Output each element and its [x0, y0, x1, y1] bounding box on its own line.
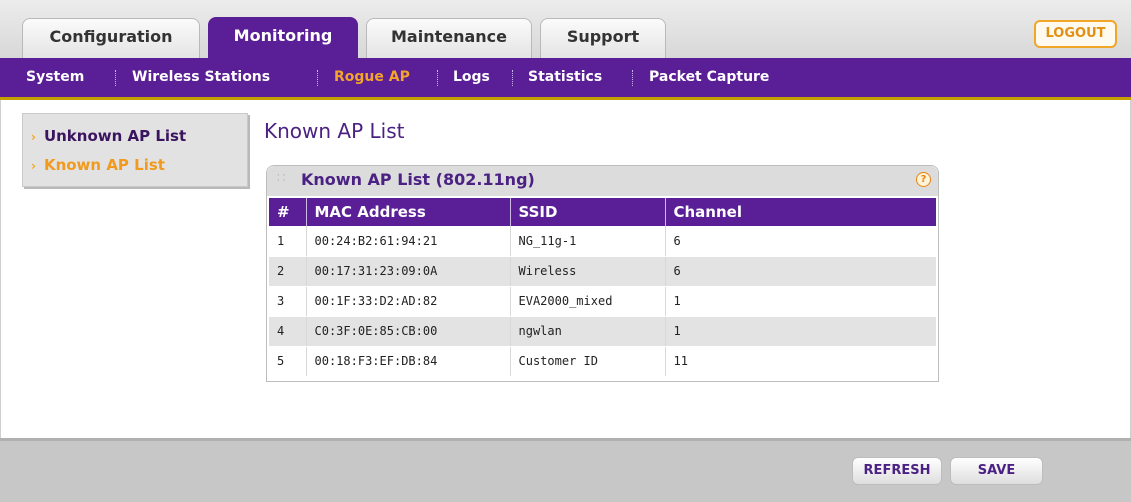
subnav-packet-capture[interactable]: Packet Capture	[649, 58, 769, 96]
subnav-wireless-stations[interactable]: Wireless Stations	[132, 58, 270, 96]
cell-ssid: EVA2000_mixed	[510, 286, 666, 317]
subnav-logs[interactable]: Logs	[453, 58, 490, 96]
cell-ssid: Wireless	[510, 256, 666, 287]
subnav-statistics[interactable]: Statistics	[528, 58, 602, 96]
table-row: 4 C0:3F:0E:85:CB:00 ngwlan 1	[269, 316, 936, 347]
subnav-separator	[437, 70, 438, 86]
table-row: 3 00:1F:33:D2:AD:82 EVA2000_mixed 1	[269, 286, 936, 317]
known-ap-panel: ∷ Known AP List (802.11ng) ? # MAC Addre…	[266, 165, 939, 382]
cell-number: 3	[269, 286, 307, 317]
column-header-mac-address: MAC Address	[306, 198, 511, 226]
cell-mac-address: 00:24:B2:61:94:21	[306, 226, 511, 257]
cell-mac-address: 00:18:F3:EF:DB:84	[306, 346, 511, 377]
column-header-ssid: SSID	[510, 198, 666, 226]
table-row: 1 00:24:B2:61:94:21 NG_11g-1 6	[269, 226, 936, 257]
logout-button[interactable]: LOGOUT	[1034, 20, 1117, 48]
cell-channel: 1	[665, 286, 936, 317]
cell-channel: 6	[665, 256, 936, 287]
panel-header: ∷ Known AP List (802.11ng) ?	[267, 166, 938, 196]
top-tab-bar: Configuration Monitoring Maintenance Sup…	[0, 0, 1131, 58]
page-title: Known AP List	[264, 119, 405, 143]
chevron-right-icon: ›	[31, 159, 36, 173]
known-ap-table: # MAC Address SSID Channel 1 00:24:B2:61…	[269, 198, 936, 377]
cell-ssid: NG_11g-1	[510, 226, 666, 257]
subnav-rogue-ap[interactable]: Rogue AP	[334, 58, 410, 96]
column-header-channel: Channel	[665, 198, 936, 226]
cell-channel: 1	[665, 316, 936, 347]
side-link-label: Known AP List	[43, 156, 165, 174]
footer-bar: REFRESH SAVE	[0, 438, 1131, 502]
cell-mac-address: C0:3F:0E:85:CB:00	[306, 316, 511, 347]
panel-title: Known AP List (802.11ng)	[301, 170, 535, 189]
sub-navigation: System Wireless Stations Rogue AP Logs S…	[0, 58, 1131, 100]
subnav-separator	[115, 70, 116, 86]
cell-number: 2	[269, 256, 307, 287]
save-button[interactable]: SAVE	[950, 457, 1043, 485]
side-link-unknown-ap-list[interactable]: › Unknown AP List	[31, 127, 186, 145]
tab-monitoring[interactable]: Monitoring	[208, 17, 358, 58]
cell-ssid: ngwlan	[510, 316, 666, 347]
refresh-button[interactable]: REFRESH	[852, 457, 942, 485]
cell-number: 1	[269, 226, 307, 257]
help-icon[interactable]: ?	[916, 172, 931, 187]
cell-channel: 6	[665, 226, 936, 257]
table-row: 2 00:17:31:23:09:0A Wireless 6	[269, 256, 936, 287]
cell-ssid: Customer ID	[510, 346, 666, 377]
table-header-row: # MAC Address SSID Channel	[269, 198, 936, 226]
side-link-known-ap-list[interactable]: › Known AP List	[31, 156, 165, 174]
subnav-separator	[317, 70, 318, 86]
cell-mac-address: 00:1F:33:D2:AD:82	[306, 286, 511, 317]
grip-icon: ∷	[277, 171, 286, 186]
table-row: 5 00:18:F3:EF:DB:84 Customer ID 11	[269, 346, 936, 377]
cell-number: 4	[269, 316, 307, 347]
subnav-system[interactable]: System	[26, 58, 84, 96]
side-menu: › Unknown AP List › Known AP List	[22, 113, 248, 187]
chevron-right-icon: ›	[31, 130, 36, 144]
subnav-separator	[632, 70, 633, 86]
cell-channel: 11	[665, 346, 936, 377]
subnav-separator	[512, 70, 513, 86]
tab-configuration[interactable]: Configuration	[22, 18, 200, 58]
tab-support[interactable]: Support	[540, 18, 666, 58]
cell-mac-address: 00:17:31:23:09:0A	[306, 256, 511, 287]
side-link-label: Unknown AP List	[43, 127, 187, 145]
tab-maintenance[interactable]: Maintenance	[366, 18, 532, 58]
column-header-number: #	[269, 198, 307, 226]
cell-number: 5	[269, 346, 307, 377]
